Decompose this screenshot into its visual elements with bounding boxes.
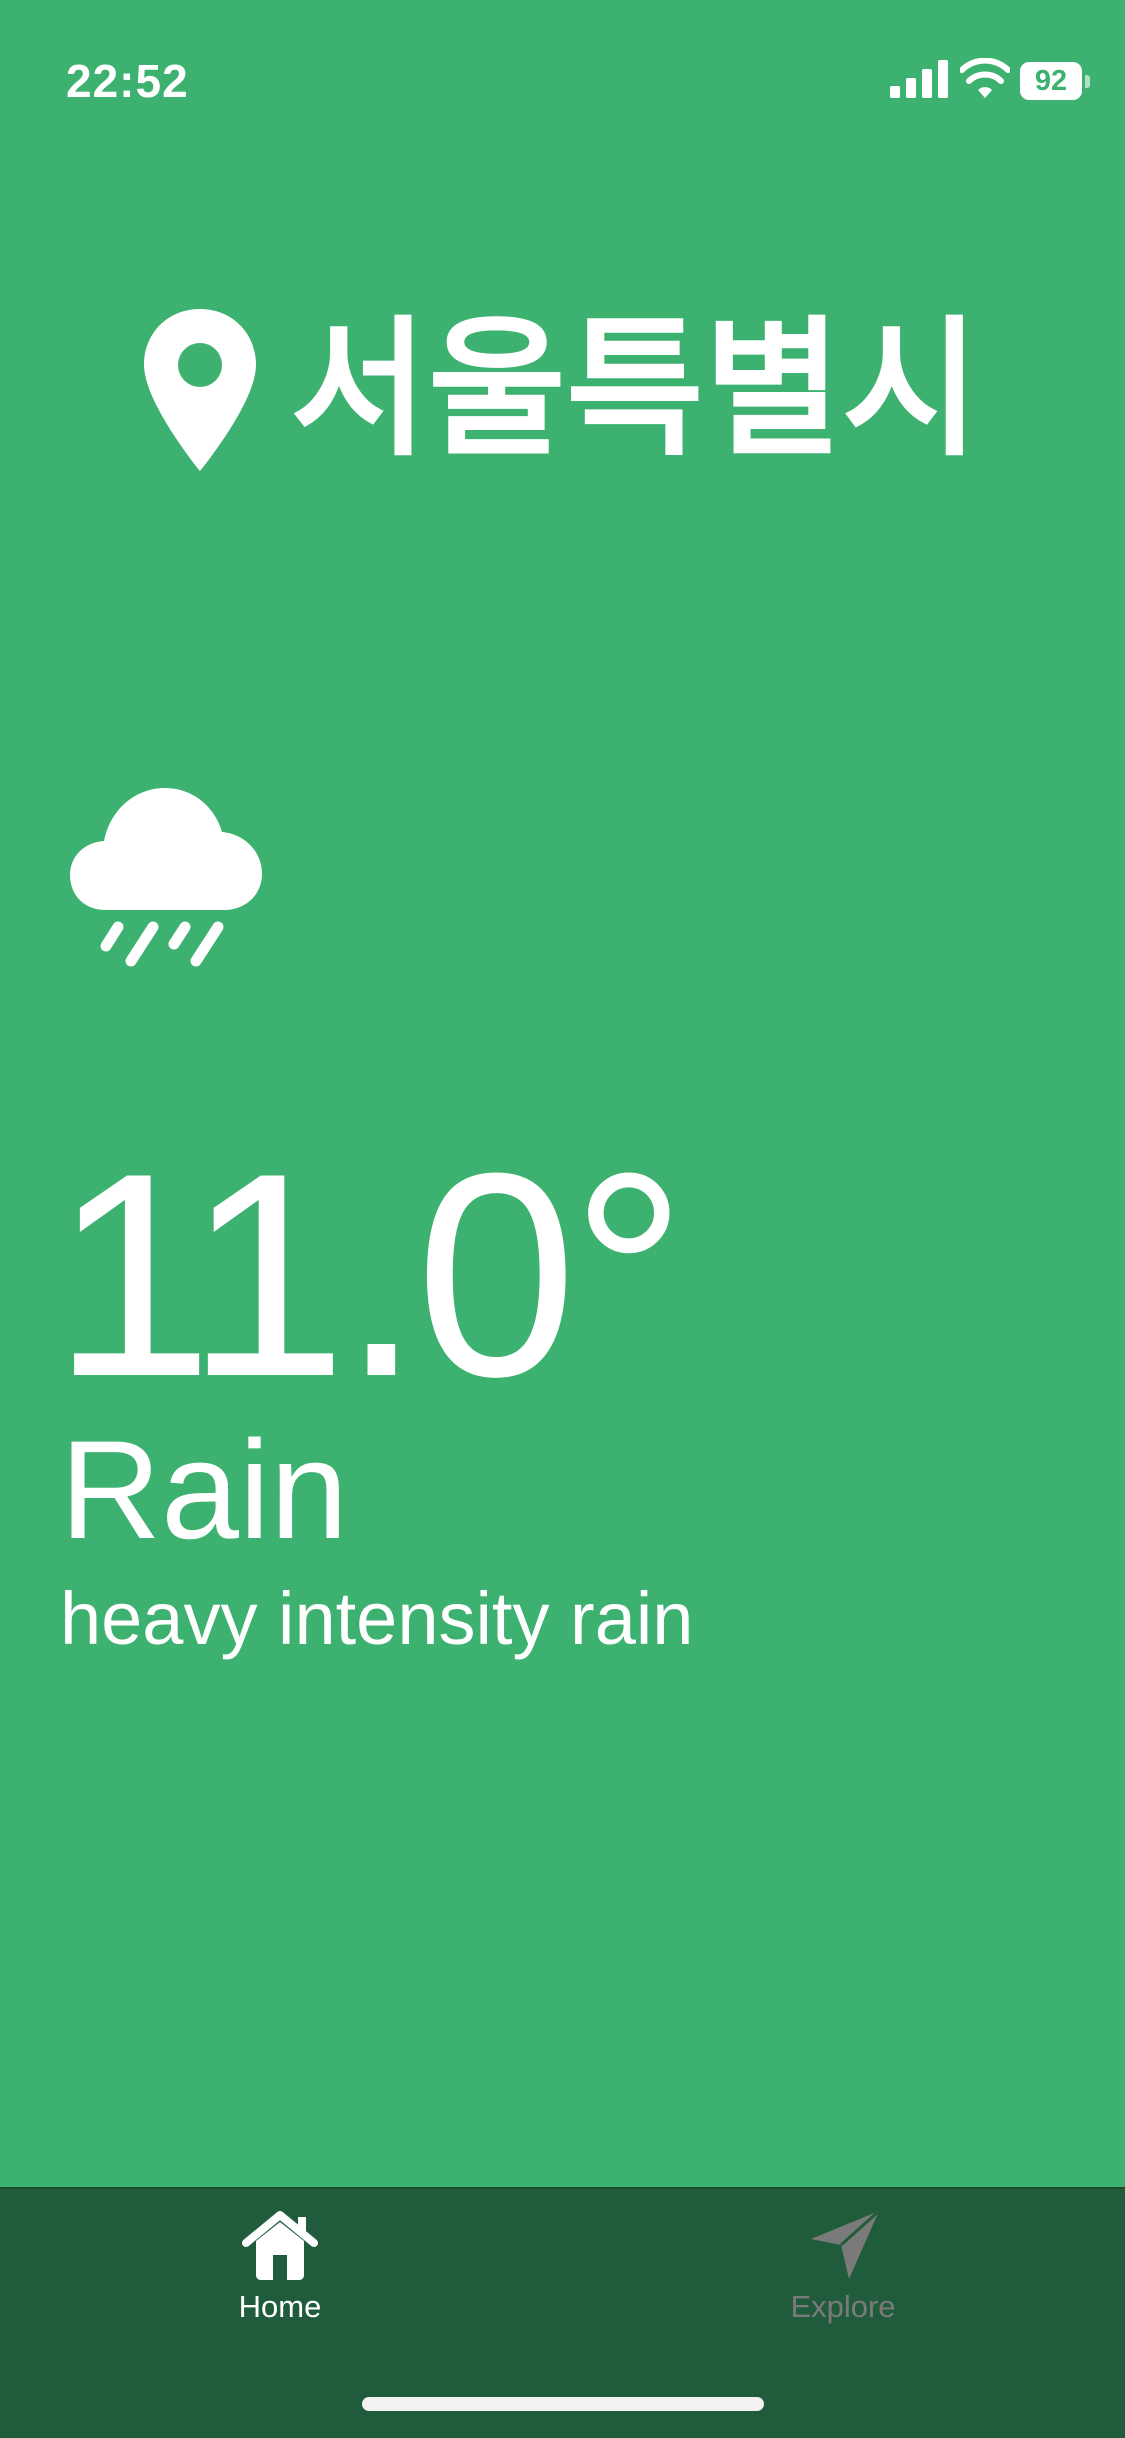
tab-label-explore: Explore bbox=[790, 2289, 896, 2324]
temperature-value: 11.0° bbox=[52, 1113, 687, 1437]
tab-home[interactable]: Home bbox=[160, 2209, 400, 2339]
cellular-signal-icon bbox=[890, 60, 948, 98]
cloud-rain-icon bbox=[70, 788, 262, 967]
home-icon bbox=[242, 2211, 318, 2280]
location-header: 서울특별시 bbox=[140, 295, 980, 485]
tab-explore[interactable]: Explore bbox=[723, 2209, 963, 2339]
map-pin-icon bbox=[144, 309, 256, 471]
status-time: 22:52 bbox=[66, 55, 189, 107]
weather-condition: Rain bbox=[60, 1411, 348, 1568]
battery-level: 92 bbox=[1034, 65, 1068, 97]
city-name: 서울특별시 bbox=[290, 303, 981, 477]
wifi-icon bbox=[960, 58, 1010, 98]
battery-indicator: 92 bbox=[1020, 62, 1090, 100]
home-indicator[interactable] bbox=[362, 2397, 764, 2411]
battery-tip bbox=[1085, 75, 1090, 88]
tab-label-home: Home bbox=[238, 2289, 322, 2324]
weather-description: heavy intensity rain bbox=[60, 1577, 694, 1660]
weather-screen: 22:52 92 서울특별시 11.0° Rain heavy intensit… bbox=[0, 0, 1125, 2438]
status-bar: 22:52 92 bbox=[0, 0, 1125, 150]
paper-plane-icon bbox=[811, 2209, 881, 2279]
